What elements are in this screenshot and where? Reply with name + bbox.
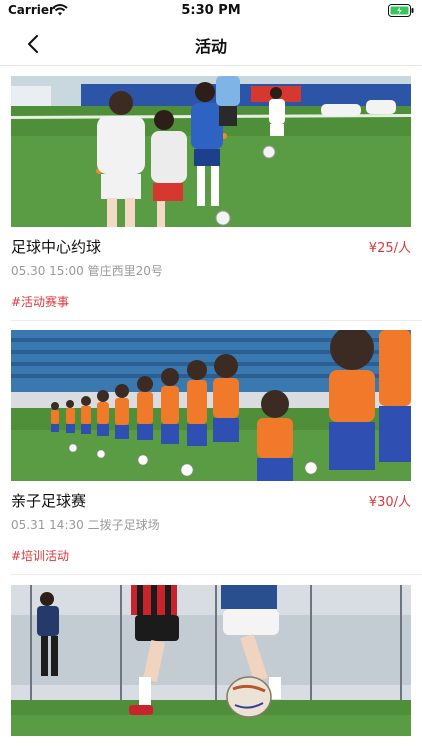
- event-meta: 05.30 15:00 管庄西里20号: [11, 262, 163, 279]
- event-date-time: 05.31 14:30: [11, 518, 84, 532]
- event-title: 足球中心约球: [11, 238, 102, 256]
- event-photo[interactable]: [11, 330, 411, 481]
- clock: 5:30 PM: [181, 3, 241, 18]
- event-card[interactable]: 足球中心约球 ¥25/人 05.30 15:00 管庄西里20号 #活动赛事: [0, 76, 422, 321]
- kids-soccer-drill-photo: [11, 76, 411, 227]
- event-tag[interactable]: #培训活动: [11, 547, 69, 564]
- event-card[interactable]: 亲子足球赛 ¥30/人 05.31 14:30 二拨子足球场 #培训活动: [0, 330, 422, 575]
- event-tag[interactable]: #活动赛事: [11, 293, 69, 310]
- event-location: 管庄西里20号: [87, 264, 163, 278]
- event-location: 二拨子足球场: [87, 518, 160, 532]
- status-bar: Carrier 5:30 PM: [0, 0, 422, 22]
- event-photo[interactable]: [11, 76, 411, 227]
- event-date-time: 05.30 15:00: [11, 264, 84, 278]
- divider: [11, 574, 422, 575]
- divider: [11, 320, 422, 321]
- event-meta: 05.31 14:30 二拨子足球场: [11, 516, 160, 533]
- event-price: ¥30/人: [368, 495, 411, 510]
- page-title: 活动: [194, 37, 227, 56]
- event-card[interactable]: [0, 585, 422, 750]
- event-photo[interactable]: [11, 585, 411, 736]
- navigation-bar: 活动: [0, 22, 422, 66]
- kids-soccer-team-photo: [11, 330, 411, 481]
- soccer-match-photo: [11, 585, 411, 736]
- event-title: 亲子足球赛: [11, 492, 87, 510]
- event-price: ¥25/人: [368, 241, 411, 256]
- battery-icon: [388, 4, 414, 17]
